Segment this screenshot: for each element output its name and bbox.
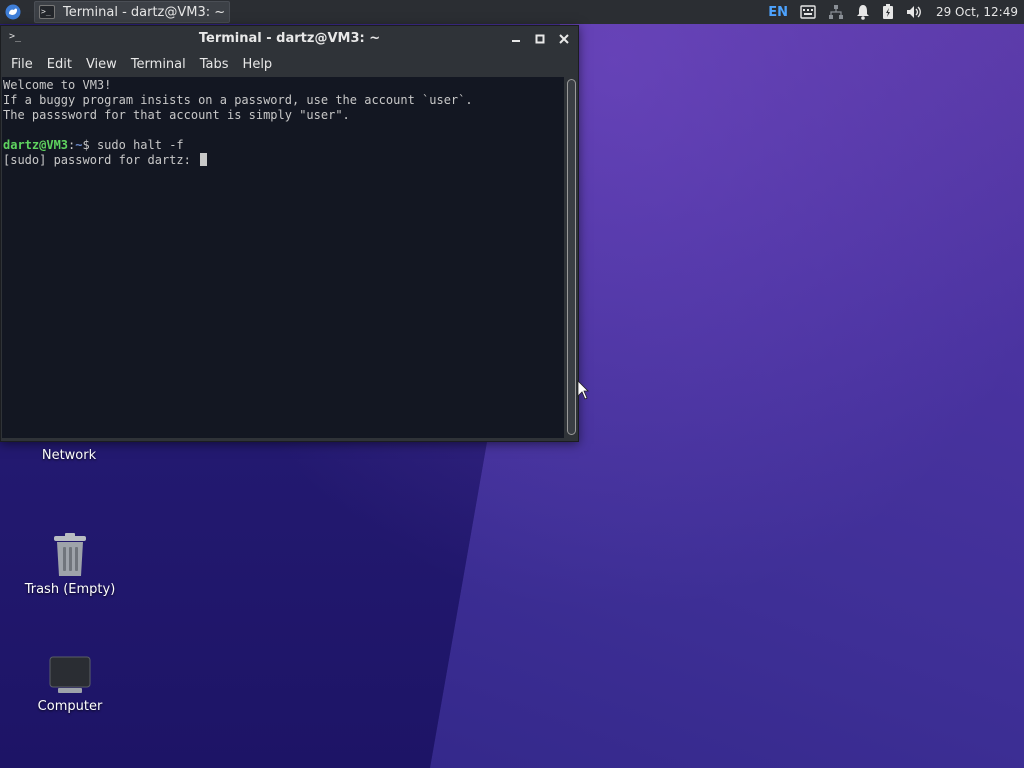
taskbar-terminal-label: Terminal - dartz@VM3: ~ bbox=[63, 4, 226, 20]
terminal-line: ​ bbox=[3, 123, 563, 138]
menu-tabs[interactable]: Tabs bbox=[193, 57, 236, 72]
whisker-menu-button[interactable] bbox=[0, 0, 26, 24]
menu-edit[interactable]: Edit bbox=[40, 57, 79, 72]
terminal-output[interactable]: Welcome to VM3! If a buggy program insist… bbox=[2, 77, 564, 438]
terminal-line: If a buggy program insists on a password… bbox=[3, 93, 473, 107]
close-button[interactable] bbox=[554, 29, 574, 49]
keyboard-icon[interactable] bbox=[800, 5, 816, 19]
menu-view[interactable]: View bbox=[79, 57, 124, 72]
menu-file[interactable]: File bbox=[4, 57, 40, 72]
trash-icon bbox=[20, 532, 120, 582]
terminal-line: Welcome to VM3! bbox=[3, 78, 112, 92]
volume-icon[interactable] bbox=[906, 5, 922, 19]
menubar: File Edit View Terminal Tabs Help bbox=[1, 51, 578, 77]
computer-icon bbox=[20, 655, 120, 699]
sudo-password-prompt: [sudo] password for dartz: bbox=[3, 153, 199, 167]
terminal-password-line: [sudo] password for dartz: bbox=[3, 153, 563, 168]
prompt-user: dartz@VM3 bbox=[3, 138, 69, 152]
scrollbar-thumb[interactable] bbox=[567, 79, 576, 435]
taskbar-terminal-button[interactable]: >_ Terminal - dartz@VM3: ~ bbox=[34, 1, 230, 23]
menu-terminal[interactable]: Terminal bbox=[124, 57, 193, 72]
mouse-pointer-icon bbox=[577, 380, 589, 400]
terminal-icon: >_ bbox=[39, 5, 55, 19]
network-icon[interactable] bbox=[828, 4, 844, 20]
window-titlebar[interactable]: >_ Terminal - dartz@VM3: ~ bbox=[1, 26, 578, 51]
prompt-path: ~ bbox=[75, 138, 83, 152]
maximize-button[interactable] bbox=[530, 29, 550, 49]
desktop-icon-label: Trash (Empty) bbox=[24, 582, 116, 597]
text-cursor bbox=[200, 153, 208, 166]
whisker-menu-icon bbox=[5, 4, 21, 20]
terminal-command: sudo halt -f bbox=[96, 138, 184, 152]
system-tray: EN 29 Oct, 12:49 bbox=[768, 0, 1024, 24]
maximize-icon bbox=[535, 34, 545, 44]
desktop-icon-computer[interactable]: Computer bbox=[20, 655, 120, 714]
window-title: Terminal - dartz@VM3: ~ bbox=[198, 31, 381, 46]
battery-icon[interactable] bbox=[882, 4, 894, 20]
minimize-button[interactable] bbox=[506, 29, 526, 49]
terminal-prompt-line: dartz@VM3:~$ sudo halt -f bbox=[3, 138, 563, 153]
keyboard-layout-indicator[interactable]: EN bbox=[768, 5, 788, 20]
terminal-line: The passsword for that account is simply… bbox=[3, 108, 350, 122]
prompt-symbol: $ bbox=[82, 138, 97, 152]
top-panel: >_ Terminal - dartz@VM3: ~ EN 29 Oct, 12… bbox=[0, 0, 1024, 24]
notification-bell-icon[interactable] bbox=[856, 4, 870, 20]
menu-help[interactable]: Help bbox=[236, 57, 280, 72]
desktop-icon-label: Network bbox=[41, 448, 97, 463]
desktop-icon-trash[interactable]: Trash (Empty) bbox=[20, 532, 120, 597]
minimize-icon bbox=[512, 40, 520, 42]
close-icon bbox=[559, 34, 569, 44]
desktop-icon-label: Computer bbox=[37, 699, 103, 714]
terminal-window: >_ Terminal - dartz@VM3: ~ File Edit Vie… bbox=[0, 25, 579, 442]
clock[interactable]: 29 Oct, 12:49 bbox=[936, 5, 1018, 19]
